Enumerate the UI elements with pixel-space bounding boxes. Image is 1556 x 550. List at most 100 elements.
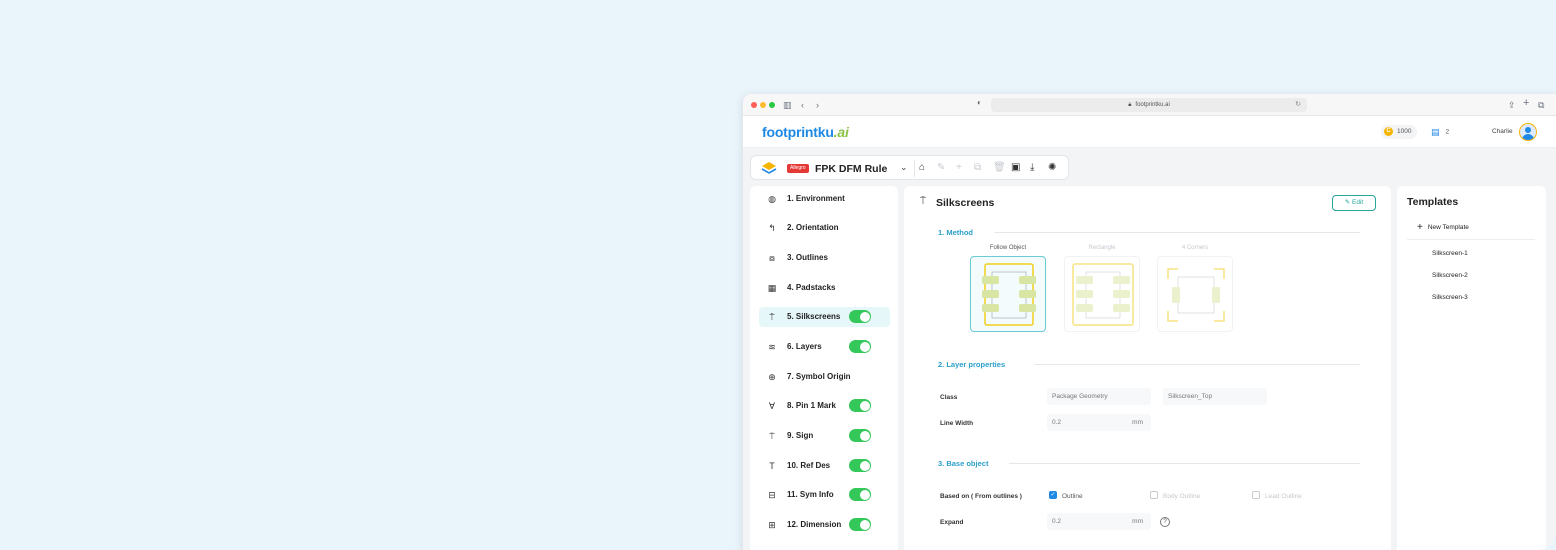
- nav-item-sign[interactable]: ⍡ 9. Sign: [759, 426, 890, 446]
- nav-item-orientation[interactable]: ↰ 2. Orientation: [759, 218, 890, 238]
- class-label: Class: [940, 394, 958, 401]
- class-field[interactable]: Package Geometry: [1047, 388, 1151, 405]
- nav-item-sym-info[interactable]: ⊟ 11. Sym Info: [759, 485, 890, 505]
- template-item[interactable]: Silkscreen-3: [1432, 294, 1468, 301]
- rotate-left-icon: ↰: [768, 223, 776, 233]
- based-on-label: Based on ( From outlines ): [940, 493, 1022, 500]
- delete-icon[interactable]: 🗑︎: [993, 162, 1006, 174]
- sidebar-toggle-icon[interactable]: ▥: [783, 98, 792, 112]
- logo-text: footprintku: [762, 124, 834, 140]
- nav-label: 3. Outlines: [787, 253, 828, 262]
- edit-button[interactable]: ✎ Edit: [1332, 195, 1376, 211]
- nav-item-pin1-mark[interactable]: ∀ 8. Pin 1 Mark: [759, 396, 890, 416]
- add-icon[interactable]: +: [956, 162, 962, 174]
- subclass-value: Silkscreen_Top: [1168, 393, 1213, 400]
- nav-label: 6. Layers: [787, 342, 822, 351]
- line-width-unit: mm: [1132, 419, 1143, 426]
- rectangle-preview-icon: [1072, 263, 1134, 326]
- layers-logo-icon: [761, 162, 777, 174]
- tab-overview-icon[interactable]: ⧉: [1538, 98, 1544, 112]
- document-count[interactable]: ▤ 2: [1431, 125, 1449, 139]
- section-divider: [994, 232, 1360, 233]
- avatar-head-shape: [1525, 127, 1531, 133]
- lead-outline-option-label: Lead Outline: [1265, 493, 1302, 500]
- download-icon[interactable]: ⤓: [1030, 162, 1034, 174]
- minimize-window-button[interactable]: [760, 102, 766, 108]
- templates-divider: [1407, 239, 1535, 240]
- backdrop: ▥ ‹ › ◐ 🔒︎ footprintku.ai ↻ ⇪ + ⧉ footpri…: [0, 0, 1556, 550]
- templates-panel: Templates + New Template Silkscreen-1 Sil…: [1397, 186, 1546, 550]
- help-icon[interactable]: ?: [1160, 517, 1170, 527]
- globe-icon: ◍: [768, 194, 776, 204]
- chevron-down-icon[interactable]: ⌄: [900, 162, 908, 173]
- outline-checkbox[interactable]: ✓: [1049, 491, 1057, 499]
- back-icon[interactable]: ‹: [801, 98, 804, 112]
- nav-label: 11. Sym Info: [787, 490, 834, 499]
- sym-info-toggle[interactable]: [849, 488, 871, 501]
- new-template-button[interactable]: + New Template: [1417, 222, 1469, 233]
- share-icon[interactable]: ⇪: [1508, 98, 1516, 112]
- method-option-follow-object[interactable]: [970, 256, 1046, 332]
- nav-item-ref-des[interactable]: T 10. Ref Des: [759, 456, 890, 476]
- layers-icon: ≋: [768, 342, 776, 352]
- nav-label: 8. Pin 1 Mark: [787, 401, 836, 410]
- address-bar[interactable]: 🔒︎ footprintku.ai ↻: [991, 98, 1307, 112]
- maximize-window-button[interactable]: [769, 102, 775, 108]
- browser-window: ▥ ‹ › ◐ 🔒︎ footprintku.ai ↻ ⇪ + ⧉ footpri…: [743, 94, 1556, 550]
- expand-label: Expand: [940, 519, 964, 526]
- lead-outline-checkbox[interactable]: [1252, 491, 1260, 499]
- template-item[interactable]: Silkscreen-1: [1432, 250, 1468, 257]
- section-base-object-heading: 3. Base object: [938, 459, 989, 468]
- lightbulb-icon[interactable]: ✺: [1048, 162, 1056, 174]
- close-window-button[interactable]: [751, 102, 757, 108]
- body-outline-checkbox[interactable]: [1150, 491, 1158, 499]
- sign-toggle[interactable]: [849, 429, 871, 442]
- silkscreens-toggle[interactable]: [849, 310, 871, 323]
- nav-item-padstacks[interactable]: ▦ 4. Padstacks: [759, 278, 890, 298]
- subclass-field[interactable]: Silkscreen_Top: [1163, 388, 1267, 405]
- line-width-field[interactable]: 0.2 mm: [1047, 414, 1151, 431]
- url-text: footprintku.ai: [1135, 102, 1170, 108]
- section-divider: [1009, 463, 1360, 464]
- pin-mark-icon: ∀: [768, 401, 776, 411]
- text-icon: T: [769, 461, 775, 471]
- nav-item-environment[interactable]: ◍ 1. Environment: [759, 189, 890, 209]
- method-option-4-corners[interactable]: [1157, 256, 1233, 332]
- copy-icon[interactable]: ⧉: [974, 162, 981, 174]
- dimension-toggle[interactable]: [849, 518, 871, 531]
- settings-nav: ◍ 1. Environment ↰ 2. Orientation ⧇ 3. O…: [750, 186, 898, 550]
- nav-item-layers[interactable]: ≋ 6. Layers: [759, 337, 890, 357]
- template-item[interactable]: Silkscreen-2: [1432, 272, 1468, 279]
- layers-toggle[interactable]: [849, 340, 871, 353]
- expand-unit: mm: [1132, 518, 1143, 525]
- rule-toolbar: Allegro FPK DFM Rule ⌄ ⌂ ✎ + ⧉ 🗑︎ ▣ ⤓ ✺: [750, 155, 1069, 180]
- ref-des-toggle[interactable]: [849, 459, 871, 472]
- reload-icon[interactable]: ↻: [1295, 98, 1301, 112]
- new-tab-icon[interactable]: +: [1523, 96, 1529, 110]
- export-file-icon[interactable]: ▣: [1011, 162, 1020, 174]
- templates-title: Templates: [1407, 196, 1459, 208]
- method-option-rectangle[interactable]: [1064, 256, 1140, 332]
- home-icon[interactable]: ⌂: [919, 162, 925, 174]
- nav-item-outlines[interactable]: ⧇ 3. Outlines: [759, 248, 890, 268]
- avatar[interactable]: [1519, 123, 1537, 141]
- four-corners-preview-icon: [1167, 268, 1225, 322]
- nav-item-dimension[interactable]: ⊞ 12. Dimension: [759, 515, 890, 535]
- edit-icon[interactable]: ✎: [937, 162, 945, 174]
- method-label-follow-object: Follow Object: [989, 245, 1027, 251]
- privacy-shield-icon[interactable]: ◐: [977, 98, 982, 107]
- expand-field[interactable]: 0.2 mm: [1047, 513, 1151, 530]
- follow-object-preview-icon: [982, 263, 1036, 326]
- nav-label: 2. Orientation: [787, 223, 839, 232]
- nav-item-symbol-origin[interactable]: ⊕ 7. Symbol Origin: [759, 367, 890, 387]
- pin1-mark-toggle[interactable]: [849, 399, 871, 412]
- rule-name[interactable]: FPK DFM Rule: [815, 163, 887, 175]
- coin-balance[interactable]: C 1000: [1381, 125, 1418, 139]
- padstack-icon: ▦: [767, 283, 777, 293]
- forward-icon[interactable]: ›: [816, 98, 819, 112]
- info-box-icon: ⊟: [768, 490, 776, 500]
- silkscreens-panel: ⍑ Silkscreens ✎ Edit 1. Method Follow Ob…: [904, 186, 1391, 550]
- app-logo[interactable]: footprintku.ai: [762, 124, 849, 140]
- coin-icon: C: [1384, 126, 1393, 136]
- nav-item-silkscreens[interactable]: ⍑ 5. Silkscreens: [759, 307, 890, 327]
